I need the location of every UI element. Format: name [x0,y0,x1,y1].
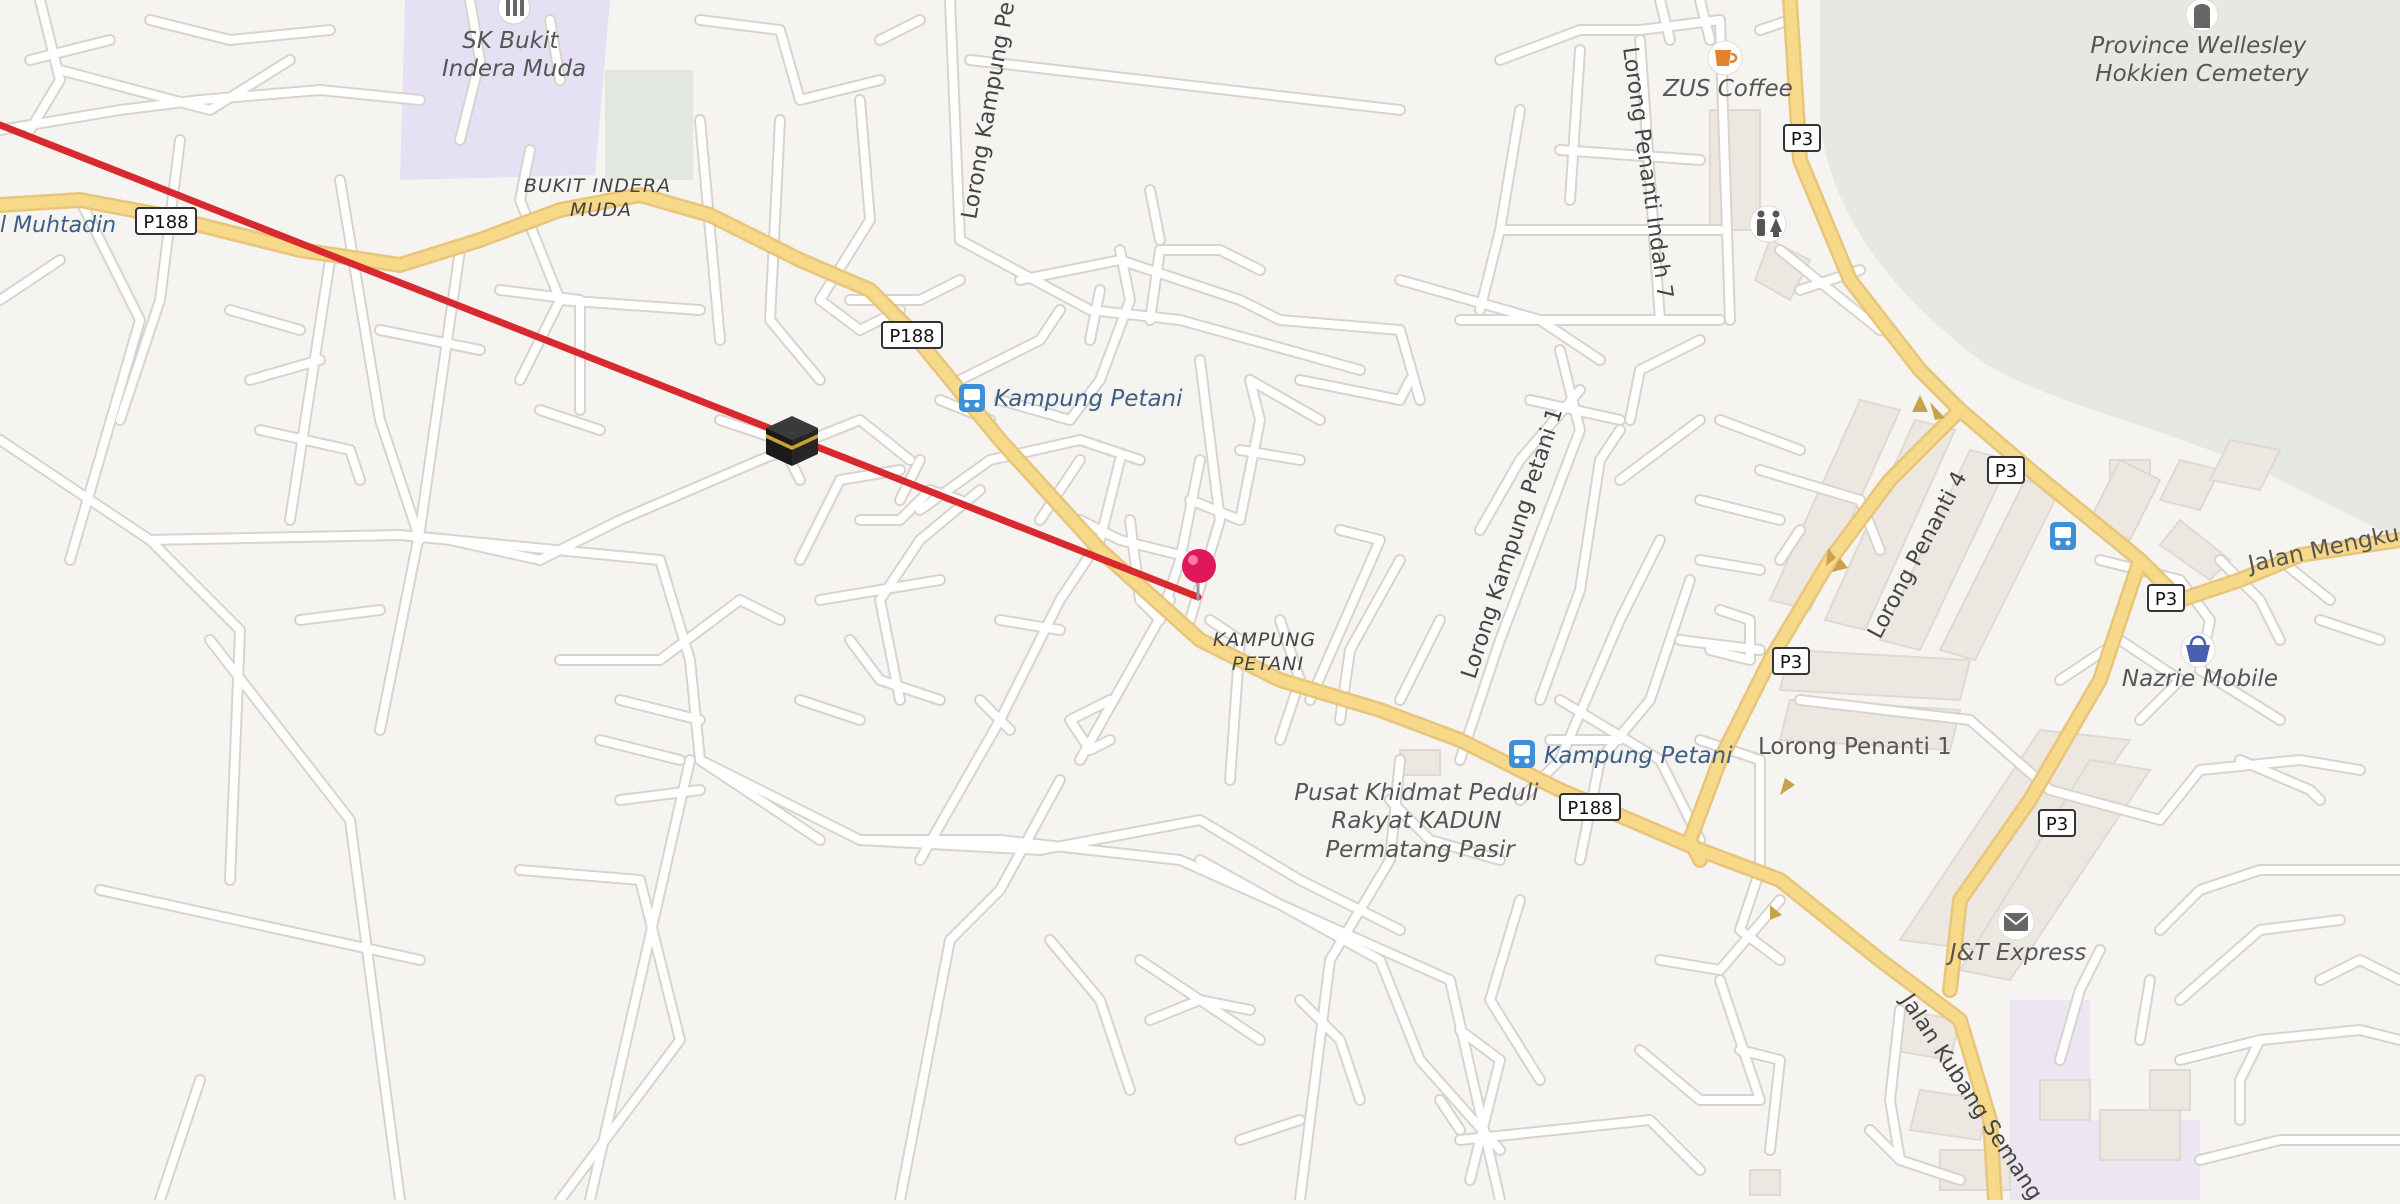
svg-text:P188: P188 [889,326,934,347]
label-line: Province Wellesley [2090,33,2306,59]
bus-stop-icon[interactable] [1509,740,1535,768]
shopping-basket-icon[interactable] [2180,632,2216,668]
label-bus-stop-kampung-petani-2[interactable]: Kampung Petani [1544,743,1733,769]
svg-text:P188: P188 [143,212,188,233]
route-shield-p188-1: P188 [135,207,197,235]
label-jt-express[interactable]: J&T Express [1946,940,2086,966]
label-zus-coffee[interactable]: ZUS Coffee [1662,76,1793,102]
route-shield-p3-2: P3 [1987,456,2025,484]
svg-text:P3: P3 [1995,461,2017,482]
restroom-icon[interactable] [1749,205,1787,243]
svg-text:P3: P3 [1791,129,1813,150]
bus-stop-icon[interactable] [2050,522,2076,550]
label-nazrie-mobile[interactable]: Nazrie Mobile [2122,666,2278,692]
map-canvas[interactable]: P188 P188 P188 P3 P3 P3 P3 P3 SK Bukit I… [0,0,2400,1204]
label-line: Permatang Pasir [1325,837,1516,863]
label-line: KAMPUNG [1213,629,1316,651]
bus-stop-icon[interactable] [959,384,985,412]
label-line: SK Bukit [462,28,559,54]
route-shield-p188-3: P188 [1559,793,1621,821]
route-shield-p3-1: P3 [1783,124,1821,152]
label-bus-stop-kampung-petani-1[interactable]: Kampung Petani [994,386,1183,412]
label-line: Rakyat KADUN [1331,808,1501,834]
label-line: BUKIT INDERA [524,175,671,197]
label-line: Pusat Khidmat Peduli [1294,780,1539,806]
route-shield-p3-5: P3 [2038,809,2076,837]
mail-icon[interactable] [1997,903,2035,941]
school-area [400,0,610,180]
svg-text:P3: P3 [2155,589,2177,610]
green-area [605,70,693,180]
svg-text:P188: P188 [1567,798,1612,819]
label-lorong-penanti-1: Lorong Penanti 1 [1758,734,1952,760]
cemetery-icon[interactable] [2185,0,2219,32]
label-muhtadin[interactable]: l Muhtadin [0,213,116,238]
route-shield-p3-4: P3 [1772,647,1810,675]
route-shield-p3-3: P3 [2147,584,2185,612]
label-line: Indera Muda [442,56,586,82]
route-shield-p188-2: P188 [881,321,943,349]
label-pusat-khidmat[interactable]: Pusat Khidmat Peduli Rakyat KADUN Permat… [1294,780,1546,863]
coffee-icon[interactable] [1707,40,1743,76]
svg-text:P3: P3 [2046,814,2068,835]
label-line: MUDA [570,199,632,221]
label-line: Hokkien Cemetery [2095,61,2309,87]
svg-text:P3: P3 [1780,652,1802,673]
label-line: PETANI [1232,653,1304,675]
